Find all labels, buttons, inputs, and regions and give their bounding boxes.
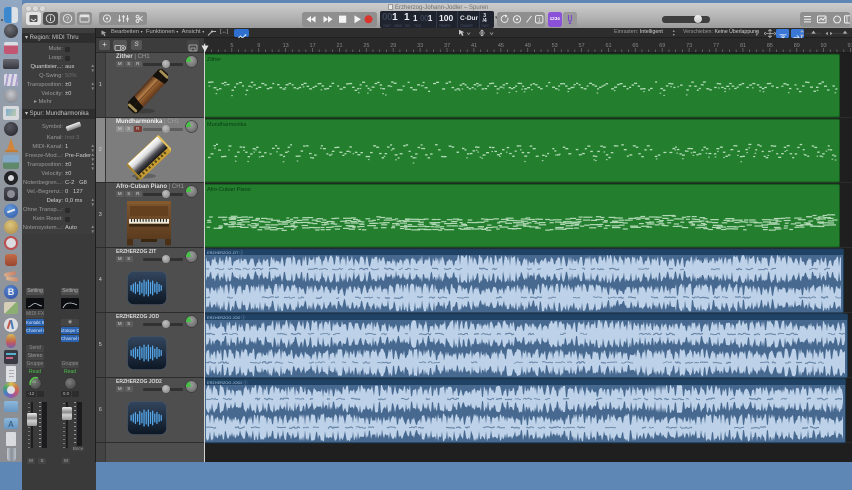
svg-text:Afro-Cuban Piano: Afro-Cuban Piano [207, 187, 251, 193]
svg-text:ERZHERZOG JOD2 ⓘ: ERZHERZOG JOD2 ⓘ [207, 380, 248, 385]
svg-text:ERZHERZOG JOD ⓘ: ERZHERZOG JOD ⓘ [207, 315, 245, 320]
svg-text:ERZHERZOG ZIT ⓘ: ERZHERZOG ZIT ⓘ [207, 250, 243, 255]
svg-text:Zither: Zither [207, 57, 221, 63]
svg-text:Mundharmonika: Mundharmonika [207, 122, 247, 128]
